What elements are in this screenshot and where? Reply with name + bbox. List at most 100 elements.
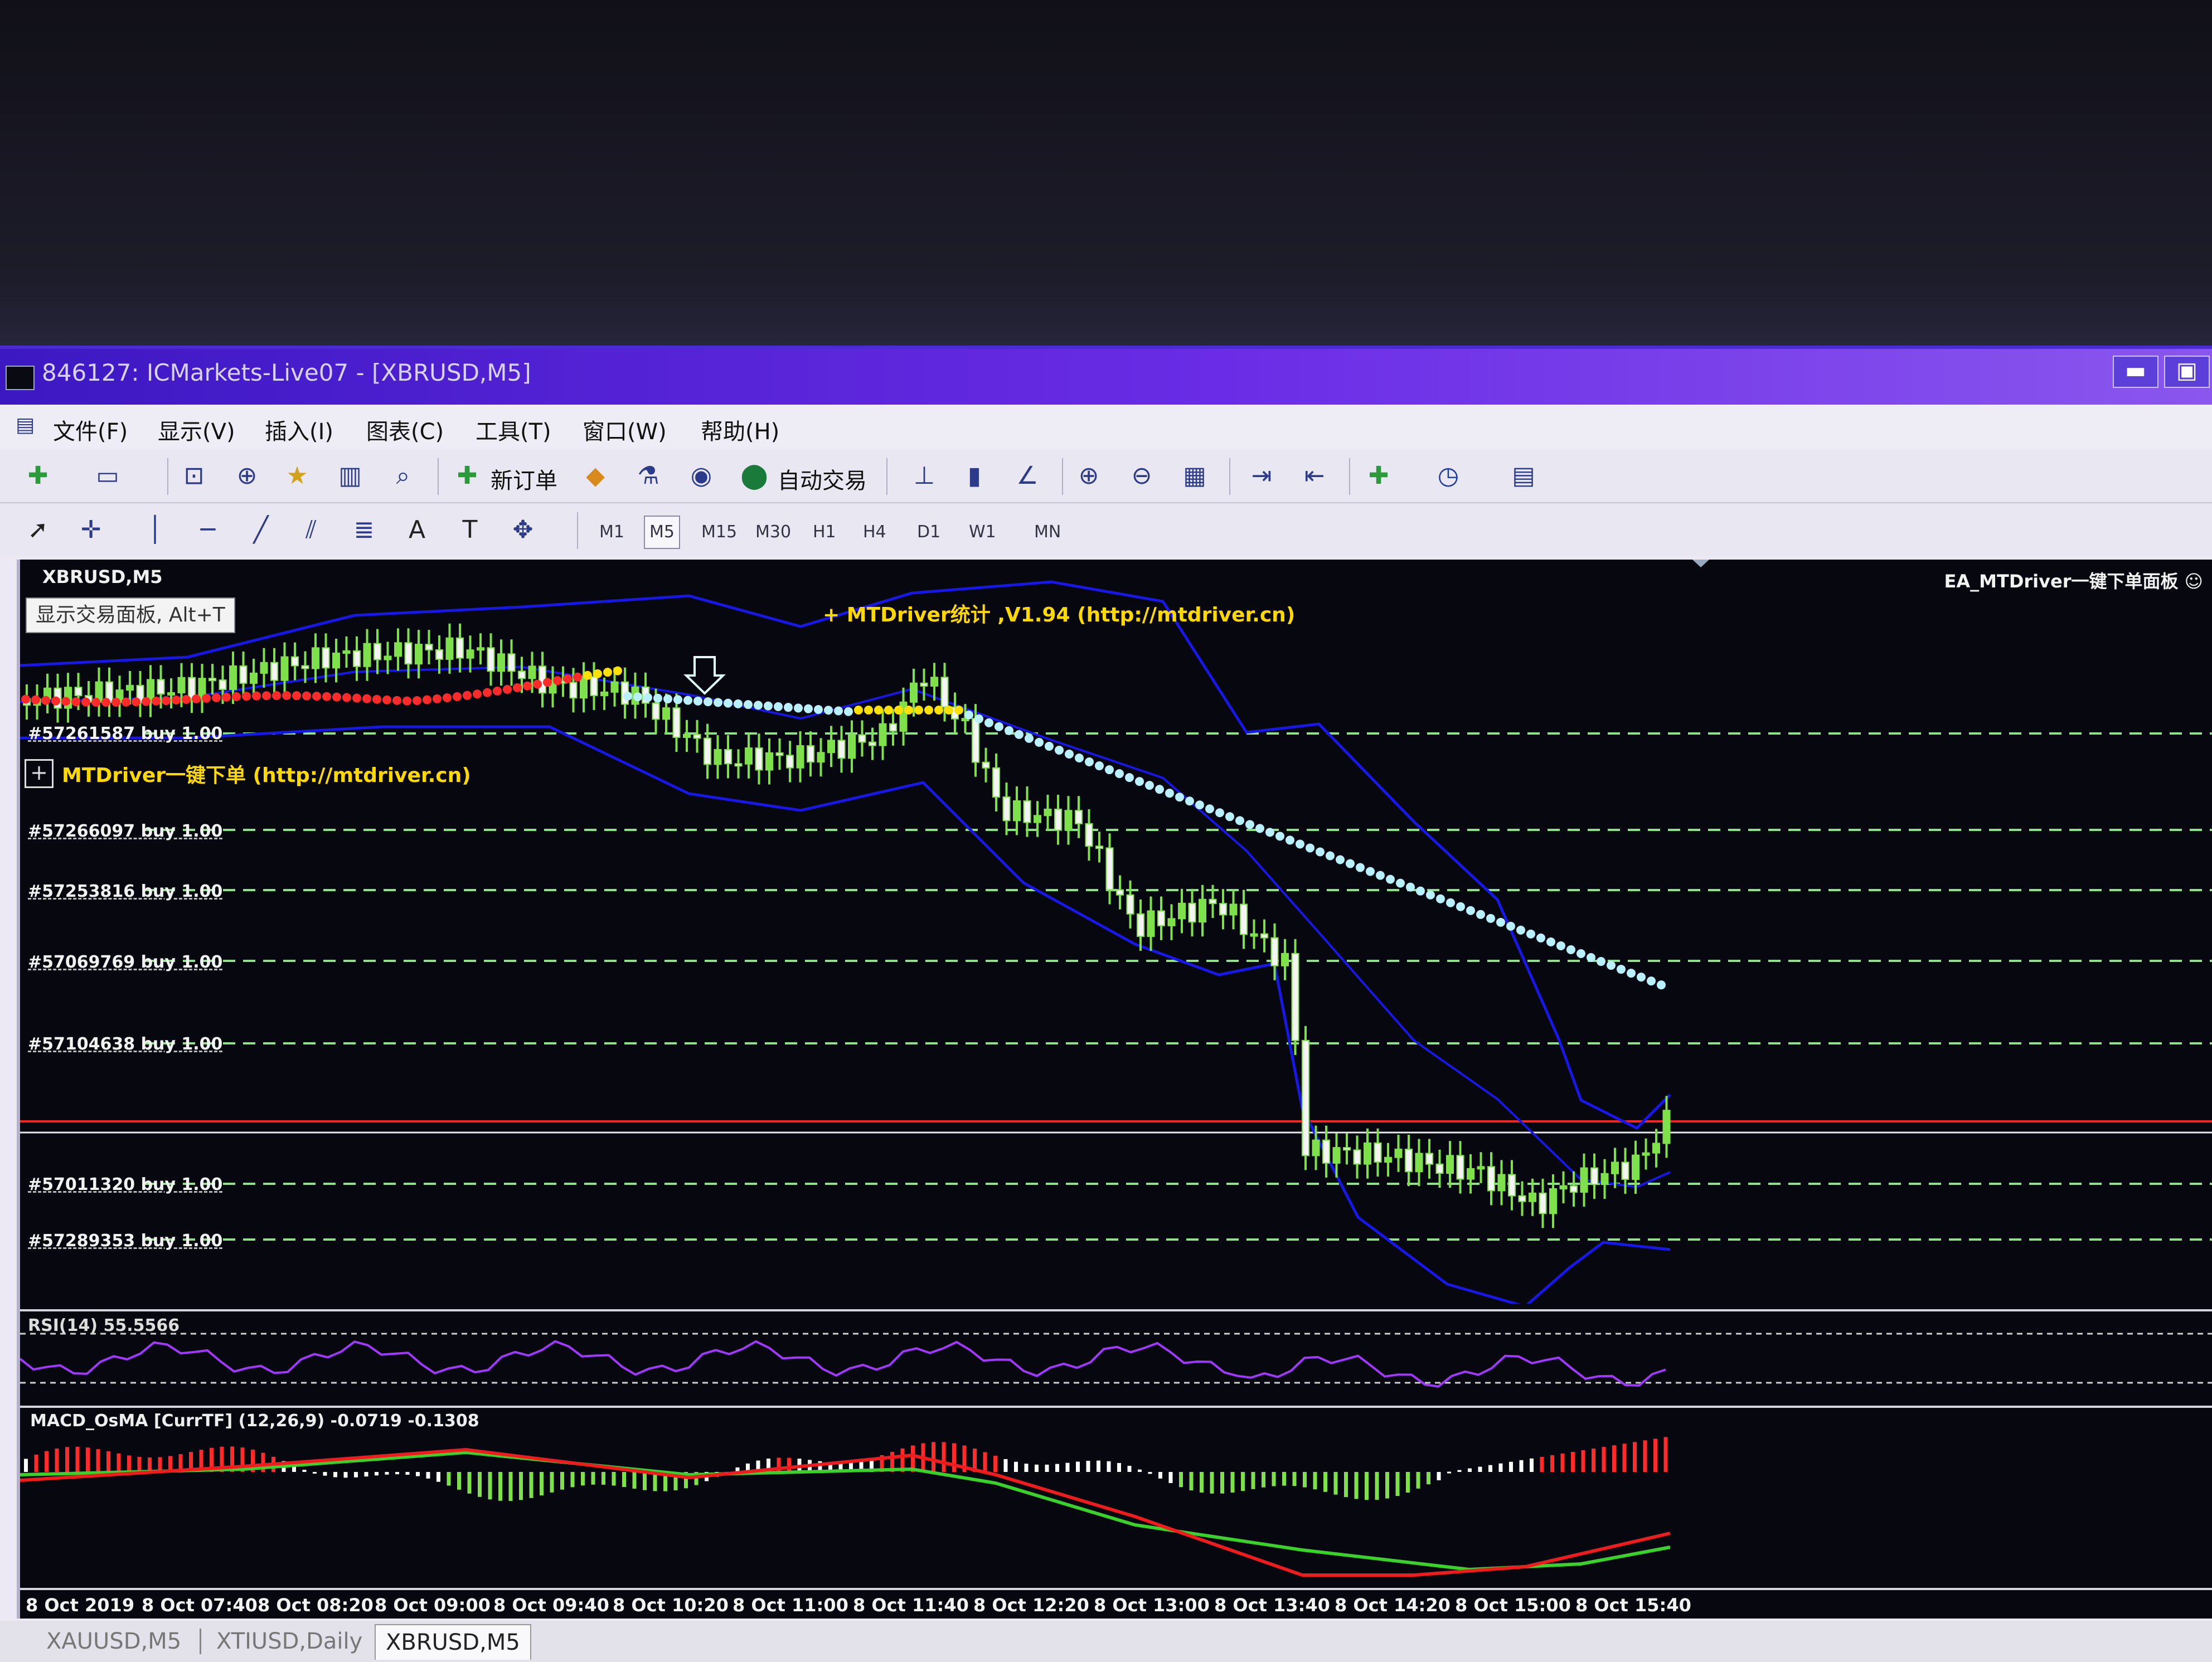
line-chart-icon[interactable]: ∠ — [1012, 460, 1043, 492]
menu-view[interactable]: 显示(V) — [158, 414, 235, 446]
templates-icon[interactable]: ▤ — [1508, 460, 1539, 492]
sar-dot — [764, 701, 773, 711]
menu-tools[interactable]: 工具(T) — [476, 414, 551, 446]
cursor-icon[interactable]: ➚ — [22, 514, 54, 546]
candle-body — [1167, 918, 1176, 926]
mtdriver-stats-label[interactable]: + MTDriver统计 ,V1.94 (http://mtdriver.cn) — [823, 599, 1295, 628]
time-label: 8 Oct 08:20 — [258, 1595, 373, 1616]
crosshair-icon[interactable]: ✛ — [75, 514, 106, 546]
trendline-icon[interactable]: ╱ — [245, 514, 276, 546]
timeframe-h1[interactable]: H1 — [807, 516, 842, 549]
expand-panel-button[interactable]: + — [25, 759, 54, 788]
macd-histogram-bar — [1292, 1472, 1297, 1486]
toolbar-separator — [167, 458, 168, 495]
bar-chart-icon[interactable]: ⊥ — [909, 460, 940, 492]
chart-shift-icon[interactable]: ⇥ — [1246, 460, 1277, 492]
macd-panel[interactable]: MACD_OsMA [CurrTF] (12,26,9) -0.0719 -0.… — [20, 1406, 2212, 1589]
one-click-panel-label[interactable]: MTDriver一键下单 (http://mtdriver.cn) — [62, 759, 471, 788]
sar-dot — [1055, 745, 1064, 755]
zoom-in-icon[interactable]: ⊕ — [1073, 460, 1104, 492]
timeframe-m5[interactable]: M5 — [644, 516, 680, 549]
document-icon[interactable]: ▤ — [11, 411, 39, 439]
market-watch-icon[interactable]: ⊡ — [178, 460, 210, 492]
text-label-tool[interactable]: T — [454, 514, 486, 546]
menu-charts[interactable]: 图表(C) — [366, 414, 444, 446]
vertical-line-icon[interactable]: │ — [139, 514, 171, 546]
profiles-icon[interactable]: ▭ — [92, 460, 123, 492]
macd-histogram-bar — [1447, 1471, 1451, 1474]
sar-dot — [312, 692, 321, 701]
chart-window[interactable]: XBRUSD,M5 显示交易面板, Alt+T EA_MTDriver一键下单面… — [17, 560, 2212, 1619]
autoscroll-icon[interactable]: ⇤ — [1299, 460, 1330, 492]
zoom-out-icon[interactable]: ⊖ — [1126, 460, 1157, 492]
timeframe-d1[interactable]: D1 — [911, 516, 946, 549]
new-order-button[interactable]: 新订单 — [491, 463, 557, 495]
candle-body — [1219, 903, 1227, 916]
candle-body — [1590, 1167, 1598, 1185]
candle-body — [1394, 1148, 1403, 1158]
price-chart-canvas[interactable] — [20, 560, 2212, 1304]
title-bar[interactable]: 846127: ICMarkets-Live07 - [XBRUSD,M5] ▬… — [0, 349, 2212, 405]
macd-histogram-bar — [364, 1472, 368, 1477]
timeframe-m15[interactable]: M15 — [696, 516, 743, 549]
time-label: 8 Oct 15:00 — [1455, 1595, 1571, 1616]
macd-histogram-bar — [1076, 1461, 1080, 1472]
navigator-icon[interactable]: ★ — [282, 460, 313, 492]
candlestick-icon[interactable]: ▮ — [959, 460, 990, 492]
indicators-icon[interactable]: ✚ — [1363, 460, 1394, 492]
new-chart-icon[interactable]: ✚ — [22, 460, 54, 492]
tab-xtiusd-daily[interactable]: XTIUSD,Daily — [206, 1624, 372, 1659]
tile-windows-icon[interactable]: ▦ — [1179, 460, 1210, 492]
order-label[interactable]: #57069769 buy 1.00 — [28, 953, 222, 972]
order-label[interactable]: #57289353 buy 1.00 — [28, 1231, 222, 1251]
sar-dot — [1255, 824, 1264, 833]
macd-histogram-bar — [1622, 1444, 1627, 1472]
order-label[interactable]: #57253816 buy 1.00 — [28, 882, 222, 901]
fibonacci-icon[interactable]: ≣ — [348, 514, 380, 546]
tab-xauusd-m5[interactable]: XAUUSD,M5 — [36, 1624, 191, 1659]
sar-dot — [282, 691, 291, 701]
order-label[interactable]: #57266097 buy 1.00 — [28, 822, 222, 841]
sar-dot — [242, 692, 251, 701]
price-chart[interactable]: XBRUSD,M5 显示交易面板, Alt+T EA_MTDriver一键下单面… — [20, 560, 2212, 1304]
equidistant-channel-icon[interactable]: ⫽ — [295, 514, 327, 546]
menu-window[interactable]: 窗口(W) — [583, 414, 667, 446]
metaeditor-icon[interactable]: ◆ — [580, 460, 611, 492]
auto-trading-icon[interactable]: ⬤ — [739, 460, 770, 492]
restore-button[interactable]: ▣ — [2164, 356, 2210, 388]
timeframe-m1[interactable]: M1 — [594, 516, 630, 549]
periods-clock-icon[interactable]: ◷ — [1433, 460, 1464, 492]
menu-help[interactable]: 帮助(H) — [701, 414, 779, 446]
order-label[interactable]: #57261587 buy 1.00 — [28, 724, 222, 743]
timeframe-mn[interactable]: MN — [1029, 516, 1066, 549]
menu-insert[interactable]: 插入(I) — [265, 414, 333, 446]
timeframe-w1[interactable]: W1 — [963, 516, 1002, 549]
new-order-icon[interactable]: ✚ — [452, 460, 483, 492]
broadcast-icon[interactable]: ◉ — [686, 460, 717, 492]
timeframe-m30[interactable]: M30 — [750, 516, 797, 549]
text-tool[interactable]: A — [401, 514, 433, 546]
macd-histogram-bar — [1592, 1449, 1595, 1472]
tab-xbrusd-m5[interactable]: XBRUSD,M5 — [375, 1624, 531, 1660]
menu-file[interactable]: 文件(F) — [53, 414, 128, 446]
order-label[interactable]: #57104638 buy 1.00 — [28, 1034, 222, 1054]
sar-dot — [1316, 847, 1325, 857]
signals-icon[interactable]: ⚗ — [633, 460, 664, 492]
terminal-icon[interactable]: ▥ — [334, 460, 366, 492]
arrows-icon[interactable]: ✥ — [507, 514, 539, 546]
horizontal-line-icon[interactable]: ─ — [192, 514, 224, 546]
auto-trading-button[interactable]: 自动交易 — [778, 463, 867, 495]
macd-histogram-bar — [1220, 1472, 1224, 1494]
strategy-tester-icon[interactable]: ⌕ — [387, 460, 419, 492]
rsi-panel[interactable]: RSI(14) 55.5566 — [20, 1309, 2212, 1403]
candle-body — [580, 676, 588, 699]
minimize-button[interactable]: ▬ — [2113, 356, 2158, 388]
candle-body — [848, 734, 856, 759]
sar-dot — [1556, 941, 1565, 950]
timeframe-h4[interactable]: H4 — [857, 516, 892, 549]
order-label[interactable]: #57011320 buy 1.00 — [28, 1175, 222, 1194]
macd-histogram-bar — [1540, 1456, 1544, 1472]
sar-dot — [372, 694, 381, 704]
sar-dot — [1647, 976, 1656, 986]
data-window-icon[interactable]: ⊕ — [231, 460, 263, 492]
